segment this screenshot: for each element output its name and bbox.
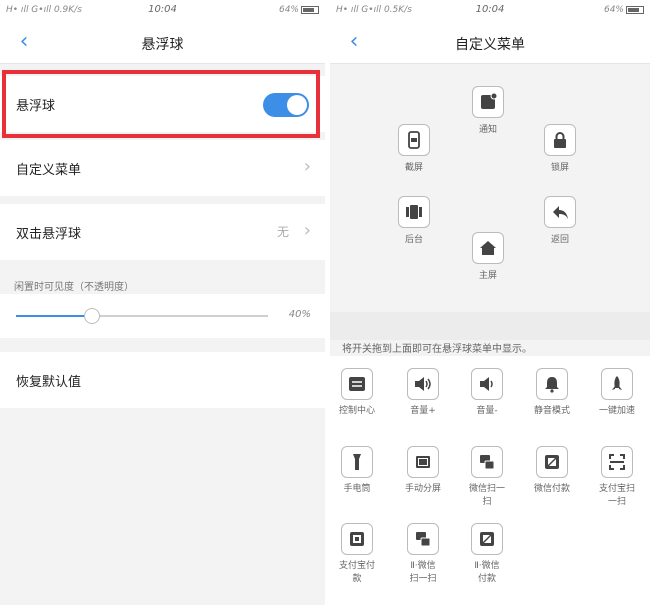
floating-ball-settings-screen: H• ıll G•ıll 0.9K/s 10:04 64% ‹ 悬浮球 悬浮球 … xyxy=(0,0,325,605)
volume-down-icon[interactable] xyxy=(471,368,503,400)
custom-menu-row[interactable]: 自定义菜单 › xyxy=(0,140,325,196)
battery-status: 64% xyxy=(604,5,644,15)
chevron-right-icon: › xyxy=(303,156,311,177)
silent-mode-caption: 静音模式 xyxy=(533,406,570,416)
multitask-icon[interactable] xyxy=(398,196,430,228)
lock-icon[interactable] xyxy=(544,124,576,156)
alipay-scan-icon[interactable] xyxy=(601,446,633,478)
wechat-pay-caption: 微信付款 xyxy=(533,484,570,494)
double-tap-value: 无 xyxy=(276,225,289,239)
custom-menu-label: 自定义菜单 xyxy=(16,163,82,178)
status-bar: H• ıll G•ıll 0.5K/s 10:04 64% xyxy=(330,0,650,22)
notification-icon[interactable] xyxy=(472,86,504,118)
clone-wechat-scan-icon[interactable] xyxy=(407,523,439,555)
screenshot-caption: 截屏 xyxy=(404,163,423,173)
bell-icon[interactable] xyxy=(536,368,568,400)
page-title: 悬浮球 xyxy=(141,37,184,53)
alipay-pay-icon[interactable] xyxy=(341,523,373,555)
manual-split-caption: 手动分屏 xyxy=(404,484,441,494)
wechat-scan-icon[interactable] xyxy=(471,446,503,478)
opacity-value: 40% xyxy=(288,309,311,320)
return-icon[interactable] xyxy=(544,196,576,228)
opacity-slider-row: 40% xyxy=(0,294,325,338)
clone-wechat-pay-icon[interactable] xyxy=(471,523,503,555)
clock: 10:04 xyxy=(148,4,177,15)
screenshot-icon[interactable] xyxy=(398,124,430,156)
volume-down-caption: 音量- xyxy=(476,406,498,416)
alipay-scan-caption: 支付宝扫 一扫 xyxy=(598,484,635,507)
battery-status: 64% xyxy=(279,5,319,15)
opacity-slider[interactable] xyxy=(16,308,268,324)
floating-menu-preview: 通知 截屏 锁屏 后台 返回 主屏 xyxy=(330,64,650,312)
page-title: 自定义菜单 xyxy=(455,37,525,53)
flashlight-icon[interactable] xyxy=(341,446,373,478)
wechat-scan-caption: 微信扫一扫 xyxy=(468,484,505,507)
home-icon[interactable] xyxy=(472,232,504,264)
boost-caption: 一键加速 xyxy=(598,406,635,416)
notify-caption: 通知 xyxy=(478,125,497,135)
wechat-pay-icon[interactable] xyxy=(536,446,568,478)
restore-defaults-label: 恢复默认值 xyxy=(16,375,82,390)
battery-icon xyxy=(301,5,319,14)
opacity-caption: 闲置时可见度（不透明度） xyxy=(14,282,134,293)
title-bar: ‹ 自定义菜单 xyxy=(330,22,650,64)
rocket-icon[interactable] xyxy=(601,368,633,400)
control-center-icon[interactable] xyxy=(341,368,373,400)
title-bar: ‹ 悬浮球 xyxy=(0,22,325,64)
slider-thumb[interactable] xyxy=(83,308,100,324)
slider-fill xyxy=(16,315,92,317)
alipay-pay-caption: 支付宝付款 xyxy=(338,561,375,584)
battery-icon xyxy=(626,5,644,14)
clone-wechat-pay-caption: Ⅱ·微信 付款 xyxy=(474,561,500,584)
control-center-caption: 控制中心 xyxy=(338,406,375,416)
hint-band xyxy=(330,312,650,340)
volume-up-icon[interactable] xyxy=(407,368,439,400)
lock-caption: 锁屏 xyxy=(550,163,569,173)
drag-hint-text: 将开关拖到上面即可在悬浮球菜单中显示。 xyxy=(342,344,532,355)
clone-wechat-scan-caption: Ⅱ·微信 扫一扫 xyxy=(409,561,437,584)
back-caption: 返回 xyxy=(550,235,569,245)
clock: 10:04 xyxy=(475,4,505,15)
restore-defaults-row[interactable]: 恢复默认值 xyxy=(0,352,325,408)
multitask-caption: 后台 xyxy=(404,235,423,245)
double-tap-row[interactable]: 双击悬浮球 无 › xyxy=(0,204,325,260)
home-caption: 主屏 xyxy=(478,271,497,281)
custom-menu-screen: H• ıll G•ıll 0.5K/s 10:04 64% ‹ 自定义菜单 通知… xyxy=(330,0,650,605)
highlight-frame xyxy=(2,70,320,138)
volume-up-caption: 音量+ xyxy=(410,406,436,416)
available-tools-grid: 控制中心 音量+ 音量- 静音模式 一键加速 手电筒 手动分屏 微信扫一扫 微信… xyxy=(330,356,650,605)
double-tap-label: 双击悬浮球 xyxy=(16,227,82,242)
flashlight-caption: 手电筒 xyxy=(343,484,371,494)
chevron-right-icon: › xyxy=(303,220,311,241)
status-bar: H• ıll G•ıll 0.9K/s 10:04 64% xyxy=(0,0,325,22)
split-screen-icon[interactable] xyxy=(407,446,439,478)
